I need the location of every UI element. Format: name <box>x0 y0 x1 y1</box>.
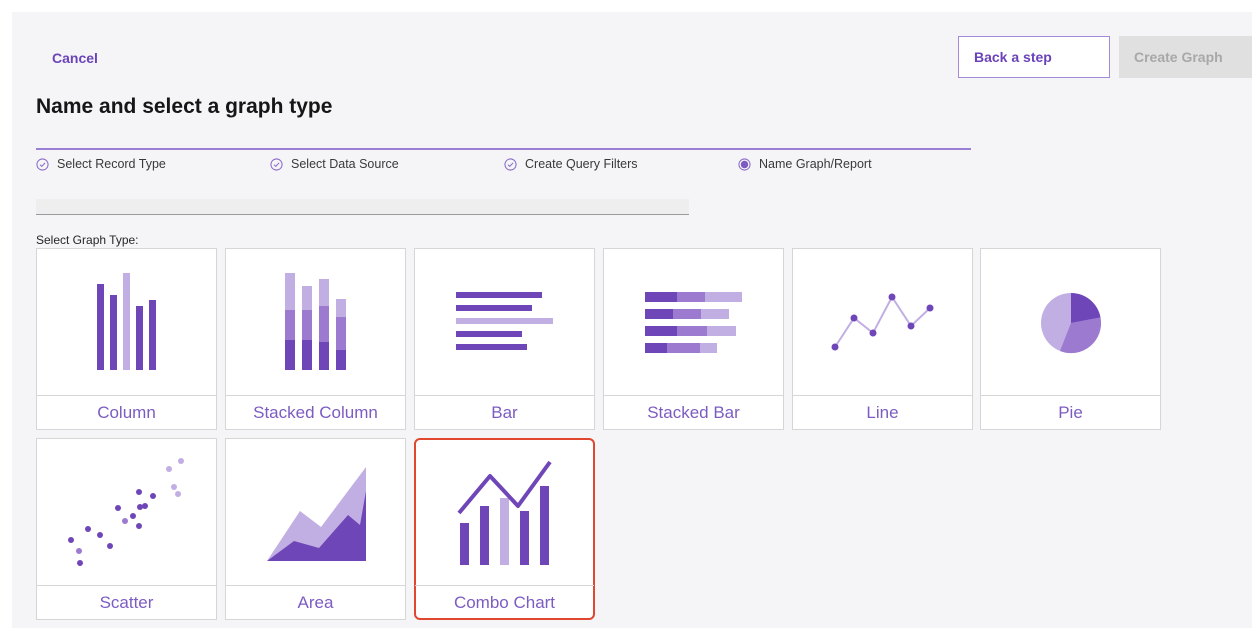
graph-type-card-column[interactable]: Column <box>36 248 217 430</box>
line-chart-icon <box>831 293 934 351</box>
graph-type-card-scatter[interactable]: Scatter <box>36 438 217 620</box>
checkmark-circle-icon <box>504 157 517 171</box>
graph-type-label: Stacked Bar <box>604 395 783 430</box>
scatter-chart-icon <box>68 458 184 566</box>
step-select-data-source[interactable]: Select Data Source <box>270 157 399 171</box>
back-a-step-button[interactable]: Back a step <box>958 36 1110 78</box>
step-label: Select Record Type <box>57 157 166 171</box>
select-graph-type-label: Select Graph Type: <box>36 233 139 247</box>
area-chart-icon <box>267 467 366 561</box>
graph-type-card-pie[interactable]: Pie <box>980 248 1161 430</box>
create-graph-button[interactable]: Create Graph <box>1119 36 1252 78</box>
graph-type-label: Scatter <box>37 585 216 620</box>
step-name-graph-report[interactable]: Name Graph/Report <box>738 157 872 171</box>
graph-type-card-stacked-column[interactable]: Stacked Column <box>225 248 406 430</box>
graph-type-card-combo-chart[interactable]: Combo Chart <box>414 438 595 620</box>
step-create-query-filters[interactable]: Create Query Filters <box>504 157 638 171</box>
pie-chart-icon <box>1041 293 1102 354</box>
step-label: Name Graph/Report <box>759 157 872 171</box>
current-step-icon <box>738 157 751 171</box>
graph-type-label: Combo Chart <box>415 585 594 620</box>
graph-type-label: Line <box>793 395 972 430</box>
page-title: Name and select a graph type <box>36 95 333 118</box>
checkmark-circle-icon <box>270 157 283 171</box>
cancel-link[interactable]: Cancel <box>52 50 98 66</box>
combo-chart-icon <box>457 460 552 565</box>
step-label: Select Data Source <box>291 157 399 171</box>
graph-type-card-stacked-bar[interactable]: Stacked Bar <box>603 248 784 430</box>
graph-type-label: Column <box>37 395 216 430</box>
step-select-record-type[interactable]: Select Record Type <box>36 157 166 171</box>
graph-type-label: Area <box>226 585 405 620</box>
graph-type-card-line[interactable]: Line <box>792 248 973 430</box>
graph-type-label: Stacked Column <box>226 395 405 430</box>
stacked-bar-chart-icon <box>645 292 742 353</box>
graph-type-label: Pie <box>981 395 1160 430</box>
checkmark-circle-icon <box>36 157 49 171</box>
graph-type-card-bar[interactable]: Bar <box>414 248 595 430</box>
column-chart-icon <box>97 273 156 370</box>
graph-type-card-area[interactable]: Area <box>225 438 406 620</box>
progress-indicator-line <box>36 148 971 150</box>
graph-name-input[interactable] <box>36 199 689 215</box>
bar-chart-icon <box>456 292 553 350</box>
stacked-column-chart-icon <box>285 273 346 370</box>
graph-type-label: Bar <box>415 395 594 430</box>
step-label: Create Query Filters <box>525 157 638 171</box>
